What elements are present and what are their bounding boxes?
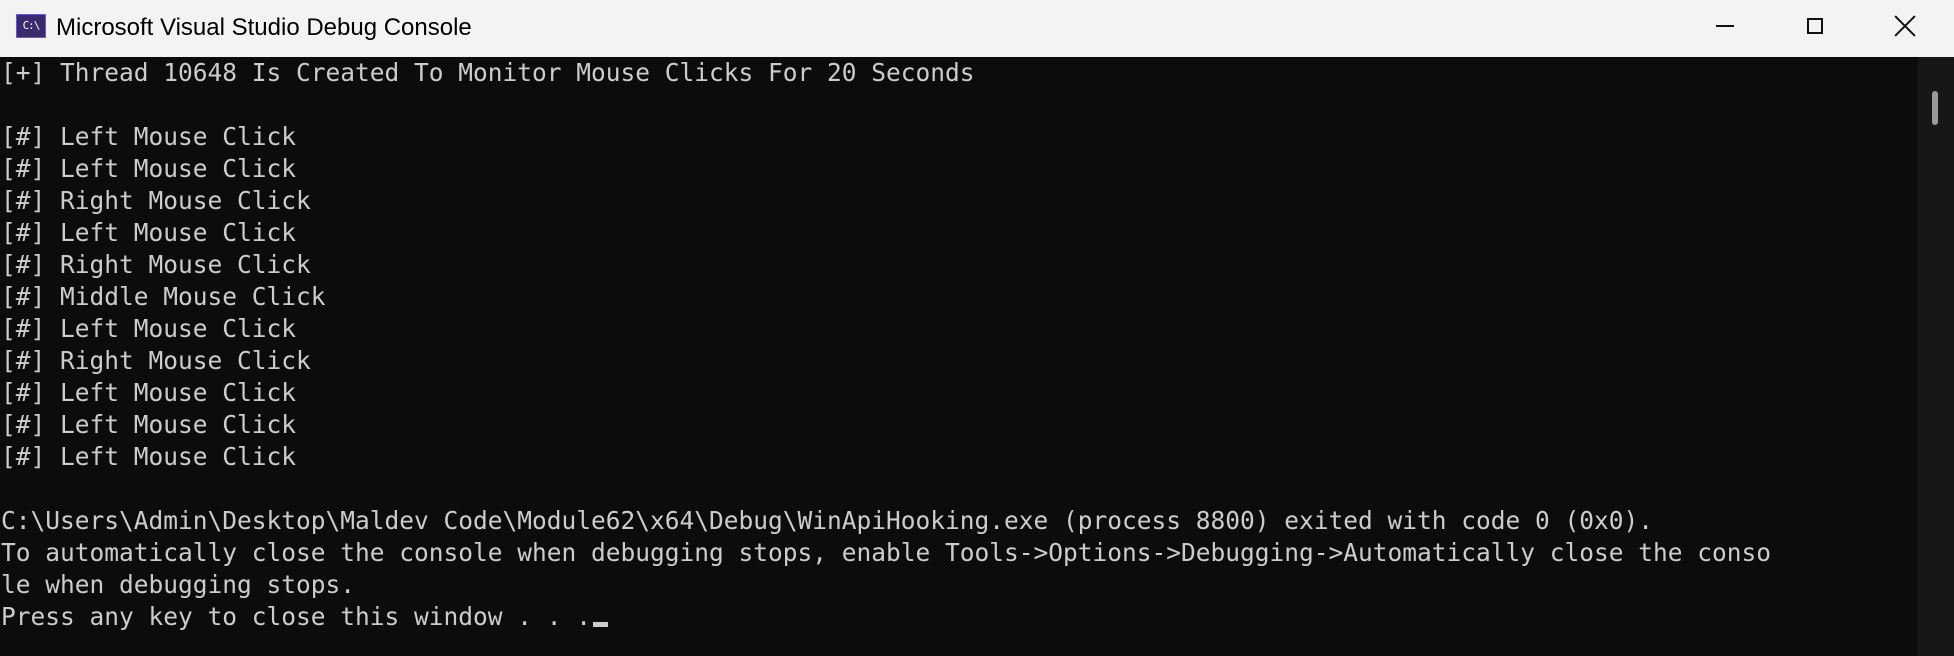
console-line: [#] Left Mouse Click <box>1 378 297 407</box>
minimize-icon <box>1716 25 1734 27</box>
console-line: [#] Right Mouse Click <box>1 346 311 375</box>
console-line: [#] Middle Mouse Click <box>1 282 326 311</box>
console-line: C:\Users\Admin\Desktop\Maldev Code\Modul… <box>1 506 1654 535</box>
console-line: [#] Right Mouse Click <box>1 250 311 279</box>
console-line: le when debugging stops. <box>1 570 356 599</box>
console-line: [#] Left Mouse Click <box>1 154 297 183</box>
console-line: [+] Thread 10648 Is Created To Monitor M… <box>1 58 975 87</box>
window-title: Microsoft Visual Studio Debug Console <box>56 14 472 41</box>
console-line: [#] Left Mouse Click <box>1 442 297 471</box>
minimize-button[interactable] <box>1680 0 1770 52</box>
vertical-scrollbar[interactable] <box>1918 57 1954 656</box>
text-cursor <box>593 622 609 627</box>
console-line: [#] Left Mouse Click <box>1 410 297 439</box>
console-line: [#] Right Mouse Click <box>1 186 311 215</box>
console-prompt-line: Press any key to close this window . . . <box>0 601 1918 633</box>
console-app-icon: C:\ <box>16 14 46 38</box>
console-line: [#] Left Mouse Click <box>1 122 297 151</box>
title-bar[interactable]: C:\ Microsoft Visual Studio Debug Consol… <box>0 0 1954 57</box>
maximize-button[interactable] <box>1770 0 1860 52</box>
console-line: [#] Left Mouse Click <box>1 218 297 247</box>
close-icon <box>1894 15 1916 37</box>
maximize-icon <box>1807 18 1823 34</box>
press-any-key-prompt: Press any key to close this window . . . <box>1 602 592 631</box>
debug-console-window: C:\ Microsoft Visual Studio Debug Consol… <box>0 0 1954 656</box>
close-button[interactable] <box>1860 0 1950 52</box>
scrollbar-thumb[interactable] <box>1932 91 1938 125</box>
console-line: [#] Left Mouse Click <box>1 314 297 343</box>
console-line: To automatically close the console when … <box>1 538 1772 567</box>
console-output[interactable]: [+] Thread 10648 Is Created To Monitor M… <box>0 57 1918 656</box>
